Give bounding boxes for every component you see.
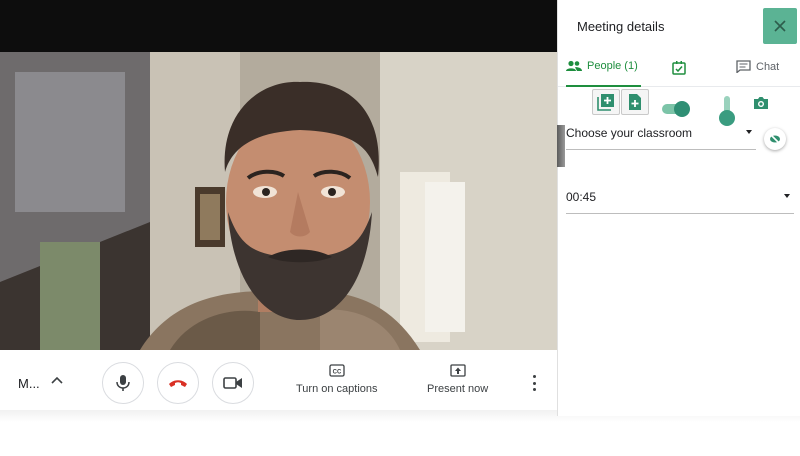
hang-up-button[interactable] — [157, 362, 199, 404]
more-vert-icon[interactable] — [528, 372, 540, 394]
microphone-icon — [116, 375, 130, 391]
microphone-button[interactable] — [102, 362, 144, 404]
chevron-down-icon — [784, 194, 790, 198]
meet-window: M... CC Turn on captions Present now Mee… — [0, 0, 800, 456]
eye-off-icon — [769, 133, 781, 145]
active-tab-indicator — [566, 85, 641, 87]
meeting-details-panel: Meeting details People (1) Chat Choose y… — [557, 0, 800, 416]
camera-button[interactable] — [212, 362, 254, 404]
svg-text:CC: CC — [332, 370, 341, 376]
present-label: Present now — [427, 383, 489, 395]
tab-tasks[interactable] — [671, 60, 687, 76]
vertical-slider[interactable] — [719, 96, 735, 126]
camera-icon[interactable] — [753, 96, 769, 110]
visibility-toggle-button[interactable] — [764, 128, 786, 150]
close-panel-button[interactable] — [763, 8, 797, 44]
classroom-select[interactable]: Choose your classroom — [566, 126, 756, 150]
video-feed — [0, 52, 557, 350]
task-check-icon — [672, 61, 686, 75]
toggle-knob — [674, 101, 690, 117]
panel-title: Meeting details — [577, 19, 665, 34]
video-camera-icon — [223, 377, 242, 389]
meeting-code[interactable]: M... — [18, 376, 40, 391]
tab-people[interactable]: People (1) — [566, 60, 638, 72]
present-screen-icon — [449, 364, 466, 377]
top-bar — [0, 0, 557, 52]
add-frame-icon — [597, 94, 614, 111]
present-now-button[interactable]: Present now — [427, 364, 488, 395]
panel-edge-thumbnail — [557, 125, 565, 167]
close-icon — [774, 20, 786, 32]
add-frame-button[interactable] — [592, 89, 620, 115]
people-icon — [566, 60, 582, 71]
chevron-up-icon[interactable] — [50, 374, 64, 388]
captions-button[interactable]: CC Turn on captions — [296, 364, 378, 395]
add-document-button[interactable] — [621, 89, 649, 115]
tab-chat-label: Chat — [756, 60, 780, 73]
captions-label: Turn on captions — [296, 383, 378, 395]
participant-video — [0, 52, 557, 350]
captions-icon: CC — [329, 364, 345, 377]
hang-up-icon — [169, 380, 187, 387]
chevron-down-icon — [746, 130, 752, 134]
panel-tabs: People (1) Chat — [558, 54, 800, 87]
call-controls-bar: M... CC Turn on captions Present now — [0, 350, 557, 416]
feature-toggle[interactable] — [662, 101, 690, 117]
tab-people-label: People (1) — [587, 60, 638, 72]
duration-select[interactable]: 00:45 — [566, 190, 794, 214]
slider-knob[interactable] — [719, 110, 735, 126]
chat-icon — [736, 60, 751, 73]
add-document-icon — [629, 94, 641, 110]
tab-chat[interactable]: Chat — [736, 60, 779, 73]
classroom-select-value: Choose your classroom — [566, 126, 693, 140]
duration-select-value: 00:45 — [566, 190, 597, 204]
